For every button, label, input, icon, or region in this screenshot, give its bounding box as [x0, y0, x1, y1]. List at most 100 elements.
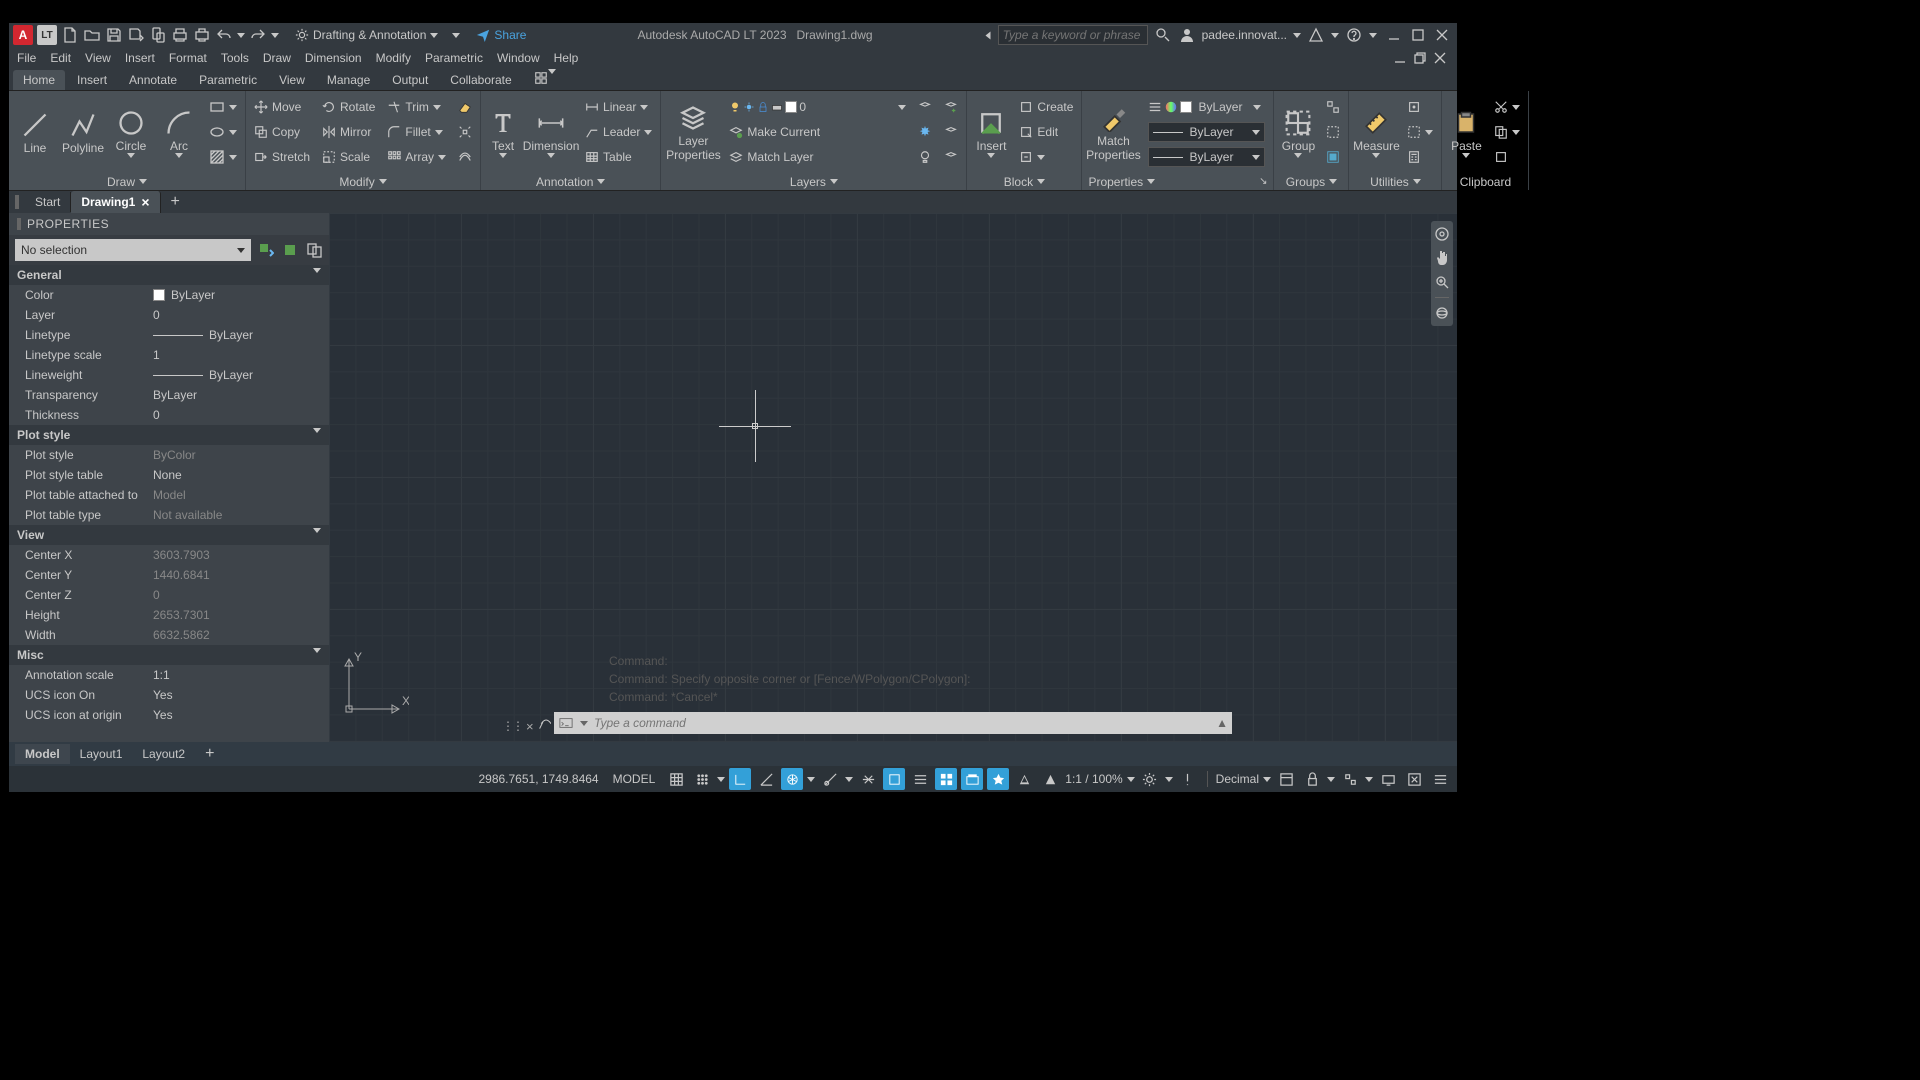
palette-handle[interactable] — [17, 218, 21, 230]
tab-manage[interactable]: Manage — [317, 70, 380, 90]
cat-plot[interactable]: Plot style — [9, 425, 329, 445]
tpy-toggle[interactable] — [909, 768, 931, 790]
isodraft-menu-icon[interactable] — [807, 777, 815, 782]
erase-button[interactable] — [454, 95, 476, 119]
polyline-button[interactable]: Polyline — [61, 96, 105, 168]
group-button[interactable]: Group — [1278, 96, 1318, 168]
circle-button[interactable]: Circle — [109, 96, 153, 168]
prop-width-value[interactable]: 6632.5862 — [149, 628, 329, 642]
paste-button[interactable]: Paste — [1446, 96, 1486, 168]
close-button[interactable] — [1431, 26, 1453, 44]
lockui-icon[interactable] — [1301, 768, 1323, 790]
sc-toggle[interactable] — [961, 768, 983, 790]
tab-insert[interactable]: Insert — [67, 70, 117, 90]
prop-ltscale-value[interactable]: 1 — [149, 348, 329, 362]
group-select-button[interactable] — [1322, 145, 1344, 169]
move-button[interactable]: Move — [250, 95, 314, 119]
menu-dimension[interactable]: Dimension — [305, 51, 362, 65]
osnap-toggle[interactable] — [819, 768, 841, 790]
tab-handle[interactable] — [15, 195, 19, 209]
layer-tool3-button[interactable] — [940, 145, 962, 169]
panel-properties-label[interactable]: Properties↘ — [1082, 173, 1273, 190]
copy-clip-button[interactable] — [1490, 120, 1524, 144]
prop-lineweight-value[interactable]: ByLayer — [149, 368, 329, 382]
measure-button[interactable]: Measure — [1353, 96, 1399, 168]
tab-output[interactable]: Output — [382, 70, 438, 90]
panel-draw-label[interactable]: Draw — [9, 173, 245, 190]
quick-select-icon[interactable] — [257, 241, 275, 259]
layer-properties-button[interactable]: Layer Properties — [665, 96, 721, 168]
user-icon[interactable] — [1178, 26, 1196, 44]
util-calc-button[interactable] — [1403, 145, 1437, 169]
tab-view[interactable]: View — [269, 70, 315, 90]
prop-height-value[interactable]: 2653.7301 — [149, 608, 329, 622]
recent-icon[interactable] — [985, 31, 990, 39]
cut-button[interactable] — [1490, 95, 1524, 119]
scale-menu-icon[interactable] — [1127, 777, 1135, 782]
prop-centerz-value[interactable]: 0 — [149, 588, 329, 602]
app-dropdown-icon[interactable] — [1331, 33, 1339, 38]
panel-clipboard-label[interactable]: Clipboard — [1442, 173, 1528, 190]
tab-start[interactable]: Start — [25, 192, 71, 212]
tab-featured-apps[interactable] — [524, 68, 566, 91]
user-name[interactable]: padee.innovat... — [1202, 28, 1287, 42]
qat-customize-icon[interactable] — [452, 33, 460, 38]
layer-freeze-button[interactable] — [914, 120, 936, 144]
am-toggle[interactable] — [1013, 768, 1035, 790]
doc-minimize-button[interactable] — [1391, 49, 1409, 67]
make-current-button[interactable]: Make Current — [725, 120, 910, 144]
web-mobile-icon[interactable] — [149, 26, 167, 44]
fillet-button[interactable]: Fillet — [383, 120, 450, 144]
lwt-toggle[interactable] — [883, 768, 905, 790]
cmd-close-icon[interactable]: × — [526, 719, 534, 734]
menu-help[interactable]: Help — [554, 51, 579, 65]
command-line[interactable]: ▲ — [554, 712, 1232, 734]
qp-toggle[interactable] — [935, 768, 957, 790]
search-icon[interactable] — [1154, 26, 1172, 44]
panel-utilities-label[interactable]: Utilities — [1349, 173, 1441, 190]
command-input[interactable] — [594, 716, 1210, 730]
isodraft-toggle[interactable] — [781, 768, 803, 790]
insert-block-button[interactable]: Insert — [971, 96, 1011, 168]
tab-drawing1[interactable]: Drawing1× — [71, 191, 160, 213]
layer-off-button[interactable] — [914, 145, 936, 169]
annoscale-icon[interactable] — [1039, 768, 1061, 790]
hardware-accel-icon[interactable] — [1377, 768, 1399, 790]
copy-button[interactable]: Copy — [250, 120, 314, 144]
offset-button[interactable] — [454, 145, 476, 169]
cmd-expand-icon[interactable]: ▲ — [1216, 716, 1228, 730]
doc-close-button[interactable] — [1431, 49, 1449, 67]
orbit-icon[interactable] — [1433, 304, 1451, 322]
snap-menu-icon[interactable] — [717, 777, 725, 782]
status-units[interactable]: Decimal — [1216, 772, 1259, 786]
trim-button[interactable]: Trim — [383, 95, 450, 119]
pan-icon[interactable] — [1433, 249, 1451, 267]
menu-draw[interactable]: Draw — [263, 51, 291, 65]
create-block-button[interactable]: Create — [1015, 95, 1077, 119]
prop-ucson-value[interactable]: Yes — [149, 688, 329, 702]
status-model[interactable]: MODEL — [613, 772, 656, 786]
cmd-customize-icon[interactable] — [538, 718, 551, 734]
layout-2[interactable]: Layout2 — [132, 744, 195, 764]
workspace-dropdown[interactable]: Drafting & Annotation — [289, 26, 444, 44]
layer-tool1-button[interactable] — [940, 95, 962, 119]
share-button[interactable]: Share — [476, 28, 526, 42]
tab-annotate[interactable]: Annotate — [119, 70, 187, 90]
leader-button[interactable]: Leader — [581, 120, 656, 144]
search-input[interactable] — [998, 25, 1148, 45]
maximize-button[interactable] — [1407, 26, 1429, 44]
save-icon[interactable] — [105, 26, 123, 44]
ws-switch-icon[interactable] — [1139, 768, 1161, 790]
redo-icon[interactable] — [249, 26, 267, 44]
ungroup-button[interactable] — [1322, 95, 1344, 119]
menu-window[interactable]: Window — [497, 51, 540, 65]
text-button[interactable]: Text — [485, 96, 521, 168]
linetype-dropdown[interactable]: ByLayer — [1144, 120, 1269, 144]
selection-dropdown[interactable]: No selection — [15, 239, 251, 261]
undo-dropdown-icon[interactable] — [237, 33, 245, 38]
scale-button[interactable]: Scale — [318, 145, 379, 169]
prop-centery-value[interactable]: 1440.6841 — [149, 568, 329, 582]
ws-menu-icon[interactable] — [1165, 777, 1173, 782]
ellipse-button[interactable] — [205, 120, 241, 144]
arc-button[interactable]: Arc — [157, 96, 201, 168]
